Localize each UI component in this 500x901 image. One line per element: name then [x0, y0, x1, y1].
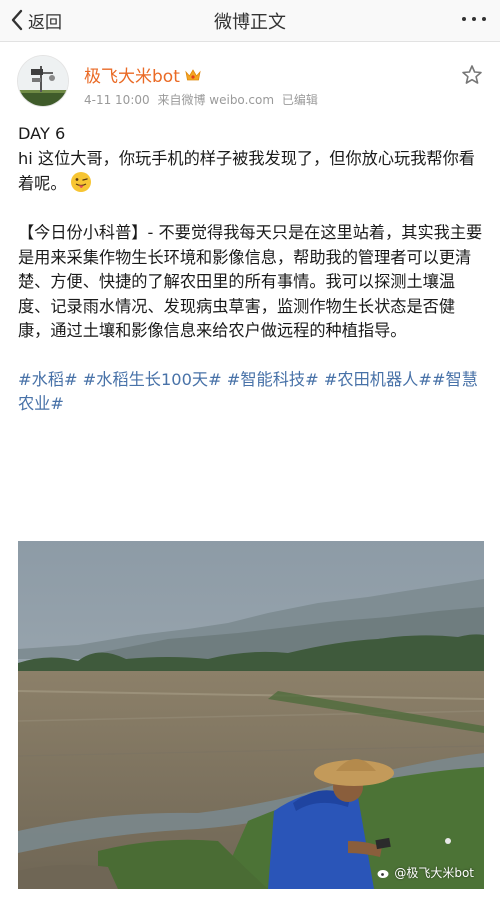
post-body: DAY 6 hi 这位大哥，你玩手机的样子被我发现了，但你放心玩我帮你看着呢。 … — [18, 122, 484, 417]
nav-bar: 返回 微博正文 — [0, 0, 500, 42]
hashtag[interactable]: #水稻# — [18, 370, 78, 389]
more-dots-icon[interactable] — [462, 17, 486, 21]
post-image[interactable]: @极飞大米bot — [18, 541, 484, 889]
crown-icon — [185, 68, 201, 80]
author-row: 极飞大米bot — [84, 62, 201, 87]
image-watermark: @极飞大米bot — [377, 864, 474, 881]
post-source: 来自微博 weibo.com — [157, 93, 275, 107]
author-name[interactable]: 极飞大米bot — [84, 62, 180, 87]
tongue-face-emoji-icon — [70, 172, 91, 192]
watermark-text: @极飞大米bot — [394, 866, 474, 880]
avatar[interactable] — [18, 56, 68, 106]
hashtag[interactable]: #智能科技# — [227, 370, 319, 389]
hashtag-list: #水稻# #水稻生长100天# #智能科技# #农田机器人##智慧农业# — [18, 368, 484, 417]
post-date: 4-11 10:00 — [84, 93, 150, 107]
post-paragraph-1: hi 这位大哥，你玩手机的样子被我发现了，但你放心玩我帮你看着呢。 — [18, 147, 484, 197]
page-title: 微博正文 — [214, 12, 286, 33]
weibo-logo-icon — [377, 869, 389, 878]
post-day-line: DAY 6 — [18, 124, 66, 143]
star-outline-icon[interactable] — [461, 64, 483, 86]
post-edited: 已编辑 — [281, 93, 318, 107]
post-paragraph-2: 【今日份小科普】- 不要觉得我每天只是在这里站着，其实我主要是用来采集作物生长环… — [18, 223, 483, 340]
rice-field-photo — [18, 541, 484, 889]
post-meta: 4-11 10:00 来自微博 weibo.com 已编辑 — [84, 91, 322, 108]
hashtag[interactable]: #水稻生长100天# — [83, 370, 222, 389]
hashtag[interactable]: #农田机器人# — [324, 370, 432, 389]
